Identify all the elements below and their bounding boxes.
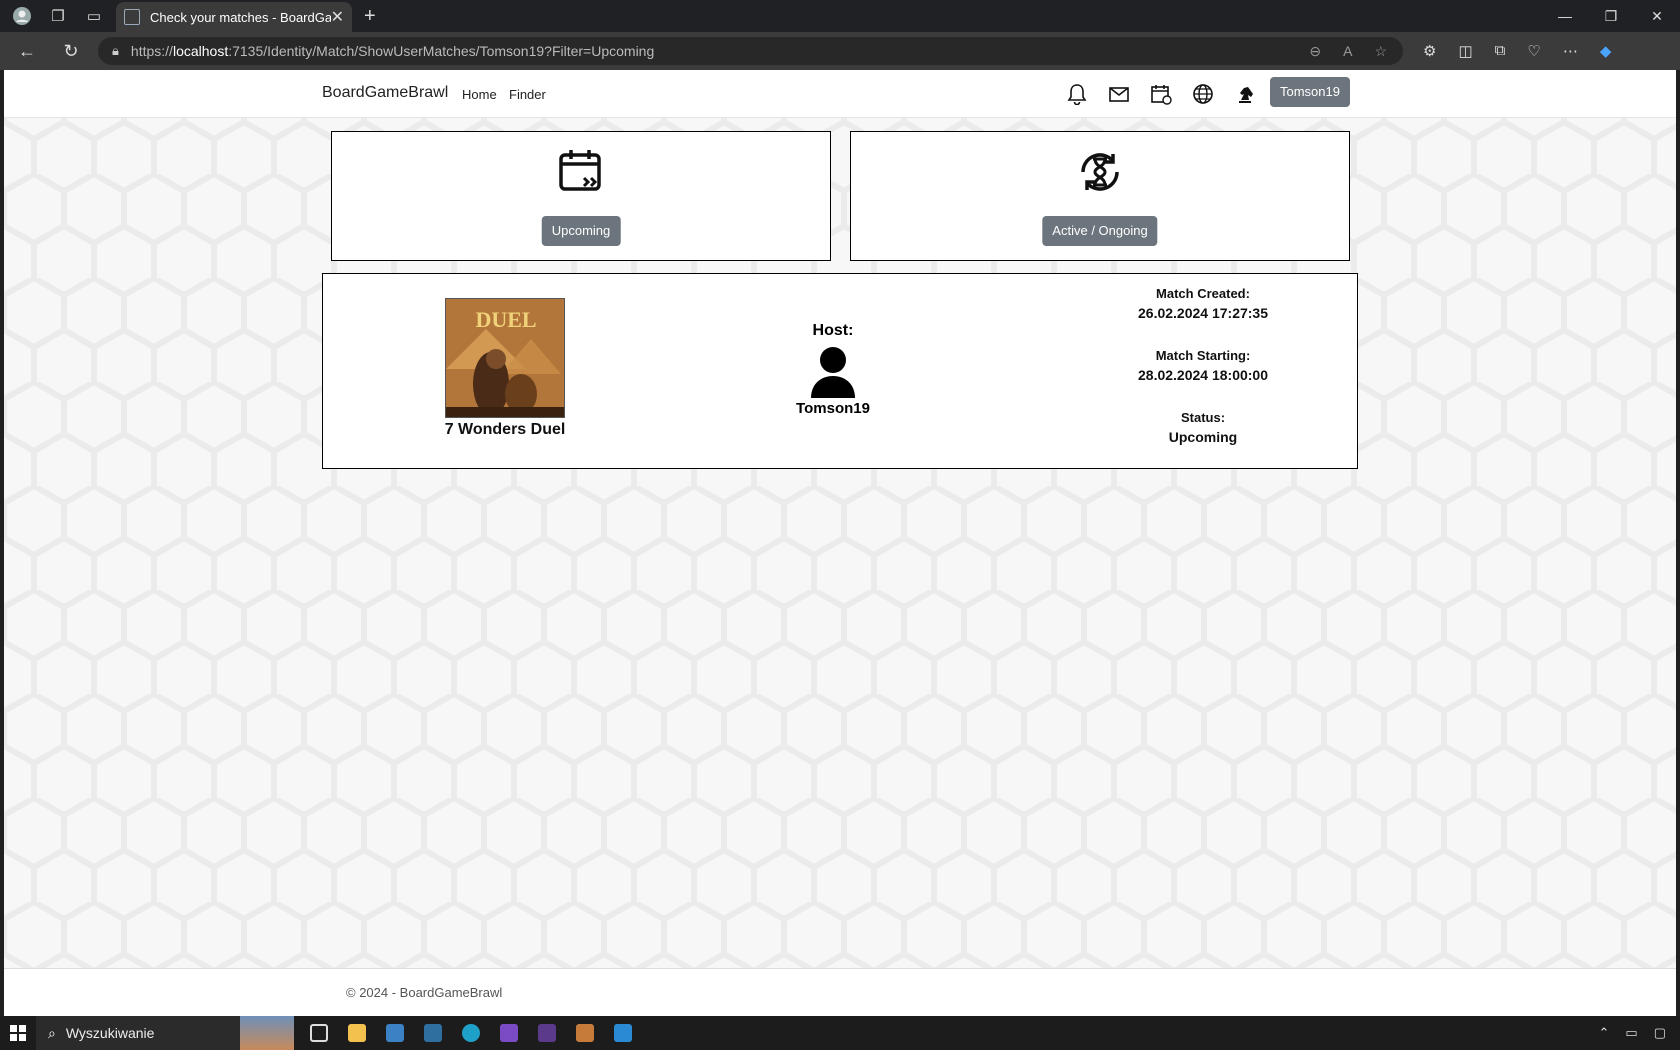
site-navbar: BoardGameBrawl Home Finder Tomson19: [4, 70, 1676, 118]
visual-studio-icon[interactable]: [500, 1024, 518, 1042]
envelope-icon[interactable]: [1108, 83, 1130, 105]
app-icon-3[interactable]: [576, 1024, 594, 1042]
match-card: DUEL 7 Wonders Duel Host: Tomson19 Match…: [322, 273, 1358, 469]
site-footer: © 2024 - BoardGameBrawl: [4, 968, 1676, 1016]
app-icon-1[interactable]: [386, 1024, 404, 1042]
host-name[interactable]: Tomson19: [743, 400, 923, 417]
collections-icon[interactable]: ⧉: [1495, 42, 1506, 60]
minimize-icon[interactable]: —: [1542, 8, 1588, 25]
lock-icon[interactable]: 🔒︎: [112, 43, 119, 59]
match-info: Match Created: 26.02.2024 17:27:35 Match…: [1083, 286, 1323, 472]
url-path: :7135/Identity/Match/ShowUserMatches/Tom…: [228, 43, 655, 59]
globe-icon[interactable]: [1192, 83, 1214, 105]
start-icon[interactable]: [0, 1025, 36, 1041]
search-highlight-image: [240, 1016, 294, 1050]
more-menu-icon[interactable]: ⋯: [1563, 42, 1578, 60]
nav-home-link[interactable]: Home: [462, 87, 497, 102]
search-icon: ⌕: [48, 1024, 56, 1041]
created-label: Match Created:: [1156, 286, 1250, 301]
file-explorer-icon[interactable]: [348, 1024, 366, 1042]
page-favicon-icon: [124, 9, 140, 25]
bell-icon[interactable]: [1066, 83, 1088, 105]
created-value: 26.02.2024 17:27:35: [1138, 305, 1268, 321]
calendar-forward-icon: [559, 150, 601, 191]
user-avatar-icon: [811, 347, 855, 398]
address-bar-row: ← ↻ 🔒︎ https://localhost:7135/Identity/M…: [0, 32, 1680, 70]
read-aloud-icon[interactable]: A: [1343, 43, 1352, 60]
restore-icon[interactable]: ❐: [1588, 8, 1634, 25]
status-value: Upcoming: [1168, 429, 1238, 445]
back-icon[interactable]: ←: [10, 34, 44, 68]
tray-notification-icon[interactable]: ▢: [1654, 1025, 1666, 1041]
active-filter-button[interactable]: Active / Ongoing: [1042, 216, 1158, 246]
copilot-icon[interactable]: ◆: [1600, 42, 1612, 60]
hexagon-background: [4, 70, 1676, 1016]
host-label: Host:: [812, 322, 854, 339]
upcoming-filter-button[interactable]: Upcoming: [541, 216, 621, 246]
tray-chevron-icon[interactable]: ⌃: [1599, 1025, 1610, 1041]
windows-taskbar: ⌕ Wyszukiwanie ⌃ ▭ ▢: [0, 1016, 1680, 1050]
refresh-icon[interactable]: ↻: [54, 34, 88, 68]
window-controls: — ❐ ✕: [1542, 8, 1680, 25]
brand-link[interactable]: BoardGameBrawl: [322, 84, 448, 102]
starting-label: Match Starting:: [1155, 348, 1251, 363]
profile-icon[interactable]: [8, 2, 36, 30]
status-label: Status:: [1180, 410, 1226, 425]
url-field[interactable]: 🔒︎ https://localhost:7135/Identity/Match…: [98, 37, 1403, 65]
calendar-icon[interactable]: [1150, 83, 1172, 105]
nav-finder-link[interactable]: Finder: [509, 87, 546, 102]
starting-value: 28.02.2024 18:00:00: [1138, 367, 1268, 383]
browser-essentials-icon[interactable]: ♡: [1527, 42, 1540, 60]
tab-title: Check your matches - BoardGam: [150, 9, 331, 25]
split-screen-icon[interactable]: ◫: [1458, 42, 1472, 60]
tab-actions-icon[interactable]: ▭: [80, 2, 108, 30]
url-prefix: https://: [130, 43, 173, 59]
tray-display-icon[interactable]: ▭: [1625, 1025, 1637, 1041]
url-host: localhost: [172, 43, 229, 59]
upcoming-filter-card: Upcoming: [331, 131, 831, 261]
task-view-icon[interactable]: [310, 1024, 328, 1042]
close-tab-icon[interactable]: ✕: [331, 7, 344, 27]
extensions-icon[interactable]: ⚙: [1423, 42, 1436, 60]
browser-tab-bar: ❐ ▭ Check your matches - BoardGam ✕ + — …: [0, 0, 1680, 32]
cover-title-text: DUEL: [475, 307, 537, 332]
favorite-star-icon[interactable]: ☆: [1374, 43, 1387, 60]
zoom-icon[interactable]: ⊖: [1309, 43, 1321, 60]
hourglass-refresh-icon: [1081, 153, 1119, 191]
game-name[interactable]: 7 Wonders Duel: [425, 421, 585, 439]
close-window-icon[interactable]: ✕: [1634, 8, 1680, 25]
user-menu-button[interactable]: Tomson19: [1270, 77, 1350, 107]
taskbar-search-field[interactable]: ⌕ Wyszukiwanie: [36, 1016, 294, 1050]
csharp-icon[interactable]: [538, 1024, 556, 1042]
app-icon-2[interactable]: [424, 1024, 442, 1042]
active-filter-card: Active / Ongoing: [850, 131, 1350, 261]
new-tab-icon[interactable]: +: [364, 5, 376, 28]
edge-icon[interactable]: [462, 1024, 480, 1042]
taskbar-search-placeholder: Wyszukiwanie: [65, 1025, 155, 1041]
browser-tab-active[interactable]: Check your matches - BoardGam ✕: [116, 2, 352, 32]
workspaces-icon[interactable]: ❐: [44, 2, 72, 30]
chess-knight-icon[interactable]: [1234, 83, 1256, 105]
app-icon-4[interactable]: [614, 1024, 632, 1042]
page-viewport: BoardGameBrawl Home Finder Tomson19 Upco…: [4, 70, 1676, 1016]
footer-copyright: © 2024 - BoardGameBrawl: [346, 985, 503, 1000]
game-cover-image[interactable]: DUEL: [445, 298, 565, 418]
